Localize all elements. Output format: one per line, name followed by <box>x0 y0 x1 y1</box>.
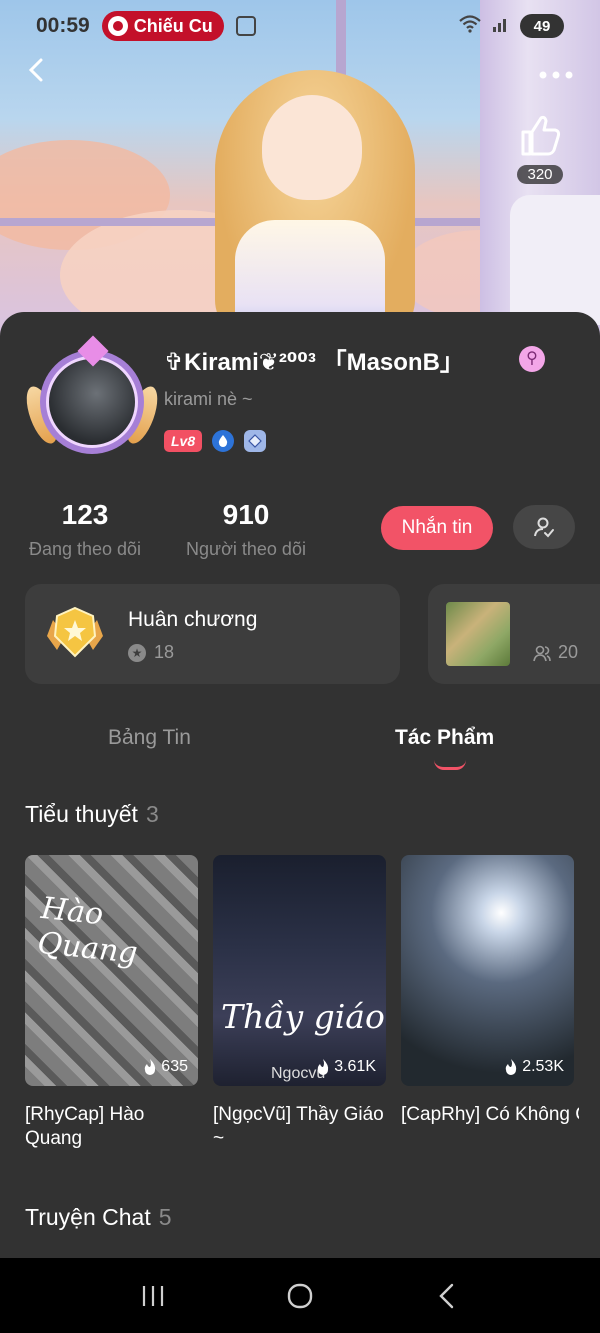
novel-card[interactable]: Hào Quang 635 [RhyCap] Hào Quang <box>25 855 198 1151</box>
more-dots-icon <box>539 71 573 79</box>
fire-icon <box>317 1058 329 1075</box>
novel-cover-title: Thầy giáo <box>221 997 385 1036</box>
group-member-count: 20 <box>558 642 579 662</box>
more-options-button[interactable] <box>538 62 574 80</box>
novel-title: [CapRhy] Có Không Giữ... Mất Lại Tìm <box>401 1104 579 1125</box>
back-nav-button[interactable] <box>427 1276 467 1316</box>
chat-stories-section-header[interactable]: Truyện Chat 5 <box>25 1204 172 1231</box>
following-stat[interactable]: 123 Đang theo dõi <box>25 499 145 560</box>
star-icon: ★ <box>128 643 146 662</box>
novel-cover-title: Hào Quang <box>35 890 140 971</box>
followers-count: 910 <box>222 499 270 530</box>
following-label: Đang theo dõi <box>28 539 142 559</box>
novels-section-header[interactable]: Tiểu thuyết 3 <box>25 801 159 828</box>
globe-icon <box>107 16 128 36</box>
system-navigation-bar <box>0 1258 600 1333</box>
members-icon <box>533 645 551 661</box>
user-check-icon <box>534 517 554 538</box>
home-button[interactable] <box>280 1276 320 1316</box>
gender-female-icon: ⚲ <box>519 346 545 372</box>
follow-button[interactable] <box>513 505 575 549</box>
signal-icon <box>492 15 510 38</box>
avatar-photo <box>46 356 138 448</box>
tab-works[interactable]: Tác Phẩm <box>395 726 494 750</box>
level-badge[interactable]: Lv8 <box>164 430 203 452</box>
medal-icon <box>47 606 103 658</box>
status-bar: 00:59 Chiếu Cu 49 <box>0 0 600 52</box>
recent-apps-button[interactable] <box>133 1276 173 1316</box>
novel-card[interactable]: 2.53K [CapRhy] Có Không Giữ... Mất Lại T… <box>401 855 579 1151</box>
tab-feed[interactable]: Bảng Tin <box>108 726 191 750</box>
like-count: 320 <box>517 165 563 184</box>
novel-views: 2.53K <box>504 1058 564 1076</box>
novel-view-count: 635 <box>161 1058 188 1075</box>
novel-title: [RhyCap] Hào Quang <box>25 1104 145 1149</box>
live-label: Chiếu Cu <box>133 15 213 36</box>
novel-cover: Hào Quang 635 <box>25 855 198 1086</box>
novel-views: 3.61K <box>316 1058 376 1076</box>
profile-badges: Lv8 <box>164 430 267 452</box>
status-icons: 49 <box>458 14 564 39</box>
novels-section-count: 3 <box>145 801 159 827</box>
battery-indicator: 49 <box>520 14 564 38</box>
like-button[interactable]: 320 <box>512 112 568 184</box>
live-indicator[interactable]: Chiếu Cu <box>101 11 224 41</box>
group-members-row: 20 <box>532 642 578 663</box>
fire-icon <box>145 1058 156 1075</box>
banner-sofa <box>510 195 600 325</box>
message-button[interactable]: Nhắn tin <box>381 506 493 550</box>
novel-cover: 2.53K <box>401 855 574 1086</box>
novel-view-count: 3.61K <box>334 1058 376 1075</box>
novels-section-label: Tiểu thuyết <box>25 801 138 827</box>
group-card[interactable]: 20 <box>428 584 600 684</box>
fire-icon <box>505 1058 517 1075</box>
novel-title: [NgọcVũ] Thầy Giáo ~ <box>213 1104 384 1149</box>
wifi-icon <box>458 14 482 39</box>
status-time: 00:59 <box>36 14 90 37</box>
novel-cover: Thầy giáo Ngocvu 3.61K <box>213 855 386 1086</box>
drop-badge-icon[interactable] <box>212 430 235 452</box>
followers-label: Người theo dõi <box>186 539 306 559</box>
profile-bio: kirami nè ~ <box>164 389 253 409</box>
profile-username: ✞Kirami❦²⁰⁰³ 「MasonB」 <box>164 349 464 376</box>
medals-title: Huân chương <box>128 608 258 631</box>
medals-card[interactable]: Huân chương ★ 18 <box>25 584 400 684</box>
followers-stat[interactable]: 910 Người theo dõi <box>182 499 310 560</box>
thumbs-up-icon <box>521 115 561 156</box>
novel-views: 635 <box>143 1058 188 1076</box>
group-thumbnail <box>446 602 510 666</box>
novel-card[interactable]: Thầy giáo Ngocvu 3.61K [NgọcVũ] Thầy Giá… <box>213 855 386 1151</box>
medals-count-row: ★ 18 <box>128 642 174 663</box>
crystal-badge-icon[interactable] <box>244 430 267 452</box>
recent-apps-icon <box>143 1285 164 1306</box>
medals-count: 18 <box>154 642 175 662</box>
chevron-left-icon <box>28 58 43 82</box>
active-tab-indicator <box>434 760 466 770</box>
back-button[interactable] <box>22 55 52 85</box>
chat-stories-section-count: 5 <box>158 1204 172 1230</box>
chat-stories-section-label: Truyện Chat <box>25 1204 151 1230</box>
following-count: 123 <box>61 499 109 530</box>
chevron-left-icon <box>438 1283 453 1308</box>
banner-character-face <box>262 95 362 200</box>
battery-level: 49 <box>533 17 551 35</box>
home-icon <box>287 1283 313 1308</box>
screen-record-icon <box>235 16 256 36</box>
novel-view-count: 2.53K <box>522 1058 564 1075</box>
avatar[interactable] <box>20 335 164 464</box>
